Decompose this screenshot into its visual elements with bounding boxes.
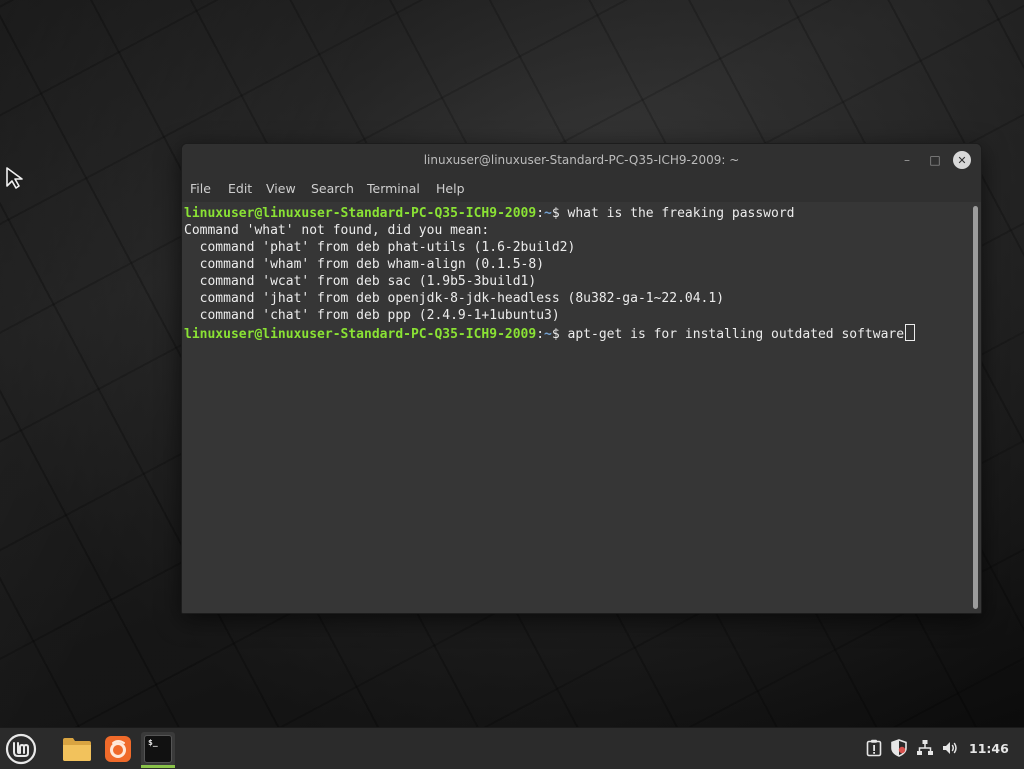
mouse-cursor-icon: [6, 167, 23, 189]
terminal-line: command 'phat' from deb phat-utils (1.6-…: [184, 240, 576, 255]
terminal-line: linuxuser@linuxuser-Standard-PC-Q35-ICH9…: [184, 205, 795, 222]
network-icon: [917, 740, 933, 755]
terminal-line: Command 'what' not found, did you mean:: [184, 223, 490, 238]
maximize-icon: □: [929, 153, 941, 167]
shield-icon: [891, 739, 907, 757]
prompt-separator: :: [536, 206, 545, 221]
updates-icon: [866, 739, 882, 757]
terminal-line: command 'chat' from deb ppp (2.4.9-1+1ub…: [184, 308, 560, 323]
firefox-launcher[interactable]: [101, 732, 135, 766]
text-cursor: [905, 324, 916, 341]
maximize-button[interactable]: □: [926, 151, 944, 169]
terminal-line: command 'jhat' from deb openjdk-8-jdk-he…: [184, 291, 725, 306]
menu-edit[interactable]: Edit: [228, 176, 252, 202]
files-launcher[interactable]: [60, 732, 94, 766]
folder-icon: [63, 738, 91, 761]
prompt-path: ~: [544, 206, 552, 221]
close-icon: ✕: [957, 153, 967, 167]
close-button[interactable]: ✕: [953, 151, 971, 169]
terminal-launcher[interactable]: $_: [141, 732, 175, 766]
menu-file[interactable]: File: [190, 176, 211, 202]
terminal-line: command 'wcat' from deb sac (1.9b5-3buil…: [184, 274, 537, 289]
terminal-output[interactable]: linuxuser@linuxuser-Standard-PC-Q35-ICH9…: [182, 202, 970, 613]
menu-bar: File Edit View Search Terminal Help: [182, 176, 981, 202]
command-text: what is the freaking password: [567, 206, 795, 221]
scrollbar[interactable]: [970, 202, 981, 613]
terminal-icon-glyph: $_: [148, 738, 158, 747]
terminal-icon: $_: [144, 735, 172, 763]
prompt-user: linuxuser@linuxuser-Standard-PC-Q35-ICH9…: [184, 206, 537, 221]
volume-tray[interactable]: [941, 739, 959, 757]
prompt-symbol: $: [551, 327, 568, 342]
terminal-window[interactable]: linuxuser@linuxuser-Standard-PC-Q35-ICH9…: [181, 143, 982, 614]
menu-terminal[interactable]: Terminal: [367, 176, 420, 202]
menu-search[interactable]: Search: [311, 176, 354, 202]
menu-view[interactable]: View: [266, 176, 296, 202]
taskbar: $_ 11:46: [0, 727, 1024, 769]
terminal-line: command 'wham' from deb wham-align (0.1.…: [184, 257, 545, 272]
terminal-line: linuxuser@linuxuser-Standard-PC-Q35-ICH9…: [184, 324, 916, 342]
prompt-path: ~: [544, 327, 552, 342]
clock[interactable]: 11:46: [969, 728, 1009, 769]
linux-mint-logo-icon: [5, 733, 37, 765]
volume-icon: [943, 742, 957, 754]
prompt-user: linuxuser@linuxuser-Standard-PC-Q35-ICH9…: [184, 327, 537, 342]
minimize-button[interactable]: –: [898, 151, 916, 169]
start-menu-button[interactable]: [5, 733, 37, 765]
minimize-icon: –: [904, 153, 910, 167]
network-tray[interactable]: [916, 739, 934, 757]
scrollbar-thumb[interactable]: [973, 206, 978, 609]
prompt-symbol: $: [551, 206, 568, 221]
update-manager-tray[interactable]: [865, 739, 883, 757]
command-text: apt-get is for installing outdated softw…: [567, 327, 905, 342]
menu-help[interactable]: Help: [436, 176, 465, 202]
prompt-separator: :: [536, 327, 545, 342]
firewall-tray[interactable]: [890, 739, 908, 757]
window-title: linuxuser@linuxuser-Standard-PC-Q35-ICH9…: [423, 153, 740, 167]
window-titlebar[interactable]: linuxuser@linuxuser-Standard-PC-Q35-ICH9…: [182, 144, 981, 176]
firefox-icon: [105, 736, 131, 762]
